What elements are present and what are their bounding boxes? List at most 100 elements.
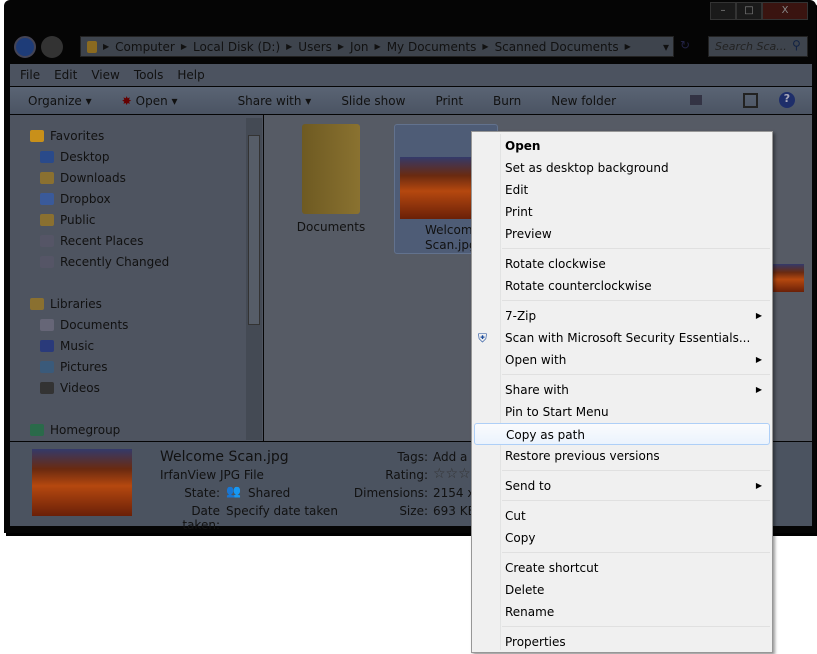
menu-item-rotate-clockwise[interactable]: Rotate clockwise — [472, 253, 772, 275]
breadcrumb-separator-icon[interactable]: ▶ — [338, 42, 344, 51]
menu-item-share-with[interactable]: Share with ▶ — [472, 379, 772, 401]
menu-item-scan-with-microsoft-security-essentials[interactable]: ⛨ Scan with Microsoft Security Essentials… — [472, 327, 772, 349]
nav-item-recent-places[interactable]: Recent Places — [40, 231, 143, 251]
menu-item-print[interactable]: Print — [472, 201, 772, 223]
nav-item-documents[interactable]: Documents — [40, 315, 128, 335]
menu-item-open-with[interactable]: Open with ▶ — [472, 349, 772, 371]
search-icon[interactable]: ⚲ — [792, 38, 801, 52]
nav-item-favorites[interactable]: Favorites — [30, 126, 104, 146]
menu-edit[interactable]: Edit — [54, 68, 77, 82]
menu-item-label: Delete — [505, 583, 545, 597]
refresh-icon[interactable]: ↻ — [680, 38, 690, 52]
menu-separator — [472, 549, 772, 557]
maximize-button[interactable]: □ — [736, 2, 762, 20]
nav-item-label: Recently Changed — [60, 255, 170, 269]
new-folder-button[interactable]: New folder — [551, 94, 616, 108]
menu-item-send-to[interactable]: Send to ▶ — [472, 475, 772, 497]
forward-button[interactable] — [41, 36, 63, 58]
menu-help[interactable]: Help — [177, 68, 204, 82]
menu-item-delete[interactable]: Delete — [472, 579, 772, 601]
nav-scroll-thumb[interactable] — [248, 135, 260, 325]
menu-separator — [472, 245, 772, 253]
menu-view[interactable]: View — [91, 68, 119, 82]
navigation-pane: Favorites Desktop Downloads Dropbox Public Re… — [10, 115, 263, 441]
menu-item-label: 7-Zip — [505, 309, 537, 323]
menu-item-open[interactable]: Open — [472, 135, 772, 157]
nav-item-videos[interactable]: Videos — [40, 378, 100, 398]
menu-item-label: Restore previous versions — [505, 449, 660, 463]
breadcrumb-separator-icon[interactable]: ▶ — [286, 42, 292, 51]
nav-item-pictures[interactable]: Pictures — [40, 357, 108, 377]
menu-item-restore-previous-versions[interactable]: Restore previous versions — [472, 445, 772, 467]
share-with-button[interactable]: Share with ▾ — [238, 94, 312, 108]
address-bar[interactable]: ▶ Computer ▶ Local Disk (D:) ▶ Users ▶ Jon ▶ My D… — [80, 36, 674, 57]
menu-item-rename[interactable]: Rename — [472, 601, 772, 623]
nav-item-dropbox[interactable]: Dropbox — [40, 189, 111, 209]
breadcrumb-users[interactable]: Users — [298, 40, 332, 54]
menu-item-set-as-desktop-background[interactable]: Set as desktop background — [472, 157, 772, 179]
slide-show-button[interactable]: Slide show — [341, 94, 405, 108]
open-button[interactable]: ✸ Open ▾ — [122, 94, 208, 108]
menu-item-edit[interactable]: Edit — [472, 179, 772, 201]
breadcrumb-local-disk-d-[interactable]: Local Disk (D:) — [193, 40, 280, 54]
submenu-arrow-icon: ▶ — [755, 311, 762, 320]
address-dropdown-icon[interactable]: ▾ — [663, 40, 669, 54]
menu-item-cut[interactable]: Cut — [472, 505, 772, 527]
view-icon[interactable] — [690, 95, 702, 105]
breadcrumb-separator-icon[interactable]: ▶ — [181, 42, 187, 51]
location-icon — [40, 235, 54, 247]
breadcrumb-jon[interactable]: Jon — [350, 40, 369, 54]
date-taken-value[interactable]: Specify date taken — [226, 504, 338, 518]
menu-tools[interactable]: Tools — [134, 68, 164, 82]
menu-item-label: Rename — [505, 605, 555, 619]
menu-item-label: Set as desktop background — [505, 161, 669, 175]
menu-item-label: Share with — [505, 383, 569, 397]
breadcrumb-separator-icon[interactable]: ▶ — [103, 42, 109, 51]
state-label: State: — [184, 486, 220, 500]
nav-item-label: Libraries — [50, 297, 102, 311]
breadcrumb-scanned-documents[interactable]: Scanned Documents — [495, 40, 619, 54]
print-button[interactable]: Print — [435, 94, 463, 108]
submenu-arrow-icon: ▶ — [755, 385, 762, 394]
star-icon — [30, 130, 44, 142]
menu-item-rotate-counterclockwise[interactable]: Rotate counterclockwise — [472, 275, 772, 297]
menu-file[interactable]: File — [20, 68, 40, 82]
breadcrumb-computer[interactable]: Computer — [115, 40, 175, 54]
details-thumbnail — [32, 449, 132, 516]
nav-item-homegroup[interactable]: Homegroup — [30, 420, 120, 440]
menu-item-preview[interactable]: Preview — [472, 223, 772, 245]
organize-button[interactable]: Organize ▾ — [28, 94, 92, 108]
menu-item-create-shortcut[interactable]: Create shortcut — [472, 557, 772, 579]
file-item-documents[interactable]: Documents — [290, 124, 372, 234]
menu-item-copy[interactable]: Copy — [472, 527, 772, 549]
menu-bar: File Edit View Tools Help — [10, 64, 812, 86]
breadcrumb-separator-icon[interactable]: ▶ — [625, 42, 631, 51]
breadcrumb-separator-icon[interactable]: ▶ — [375, 42, 381, 51]
breadcrumb-separator-icon[interactable]: ▶ — [482, 42, 488, 51]
minimize-button[interactable]: – — [710, 2, 736, 20]
nav-item-recently-changed[interactable]: Recently Changed — [40, 252, 169, 272]
size-value: 693 KB — [433, 504, 471, 518]
tags-value[interactable]: Add a t — [433, 450, 471, 464]
back-button[interactable] — [14, 36, 36, 58]
nav-item-desktop[interactable]: Desktop — [40, 147, 110, 167]
rating-stars[interactable]: ☆☆☆ — [433, 466, 471, 482]
burn-button[interactable]: Burn — [493, 94, 521, 108]
preview-pane-icon[interactable] — [743, 93, 758, 108]
shared-users-icon: 👥 — [226, 484, 241, 498]
nav-item-label: Desktop — [60, 150, 110, 164]
close-button[interactable]: X — [762, 2, 808, 20]
image-thumbnail — [400, 157, 474, 219]
folder-icon — [87, 40, 97, 53]
nav-item-music[interactable]: Music — [40, 336, 94, 356]
help-icon[interactable]: ? — [779, 92, 795, 108]
nav-item-downloads[interactable]: Downloads — [40, 168, 126, 188]
nav-item-libraries[interactable]: Libraries — [30, 294, 102, 314]
menu-item-pin-to-start-menu[interactable]: Pin to Start Menu — [472, 401, 772, 423]
file-name: Documents — [296, 220, 366, 234]
menu-item-properties[interactable]: Properties — [472, 631, 772, 653]
menu-item-7-zip[interactable]: 7-Zip ▶ — [472, 305, 772, 327]
breadcrumb-my-documents[interactable]: My Documents — [387, 40, 477, 54]
nav-item-public[interactable]: Public — [40, 210, 96, 230]
menu-item-copy-as-path[interactable]: Copy as path — [474, 423, 770, 445]
